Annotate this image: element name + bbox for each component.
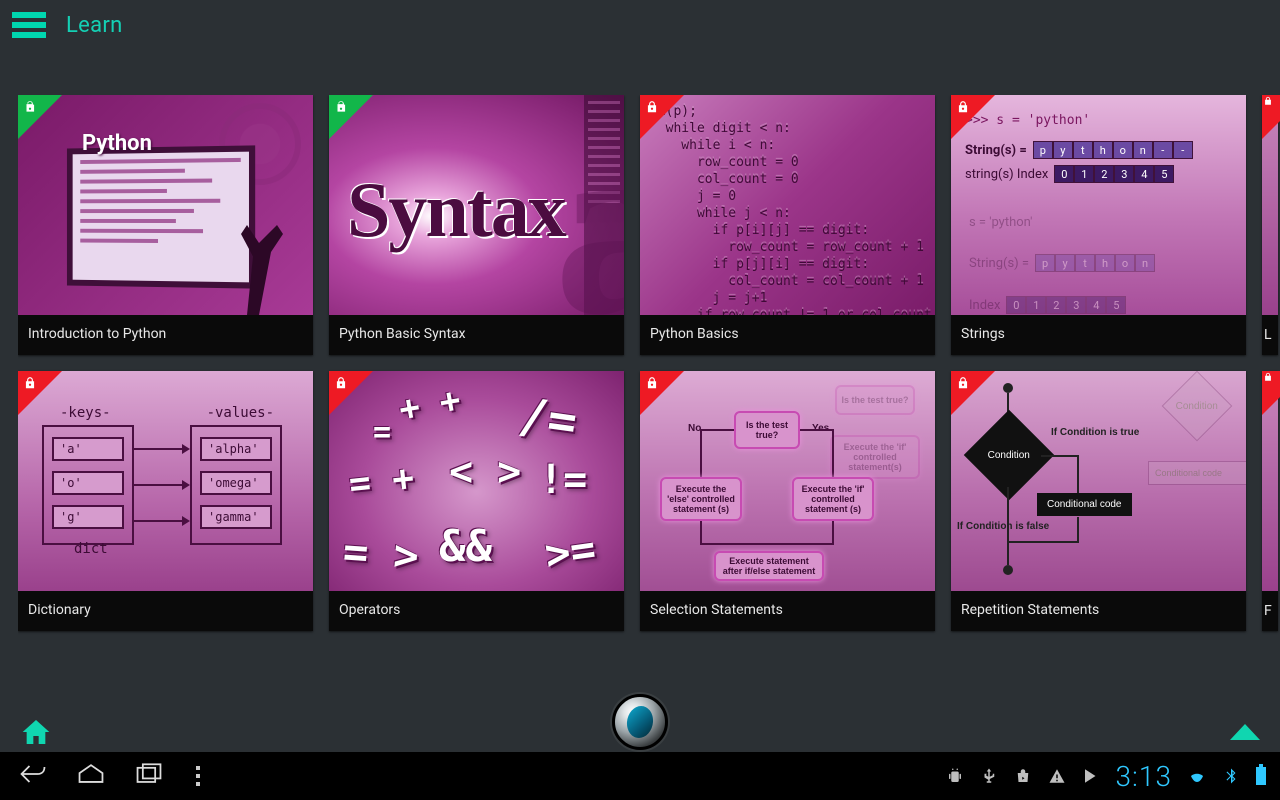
expand-up-icon[interactable] bbox=[1230, 724, 1260, 740]
lesson-grid: Python Introduction to Python a Syntax bbox=[18, 95, 1280, 695]
index-cells: 012345 bbox=[1054, 165, 1174, 183]
lesson-card-repetition[interactable]: Condition Conditional code Condition If … bbox=[951, 371, 1246, 631]
home-icon[interactable] bbox=[20, 716, 52, 748]
lesson-title: F bbox=[1262, 591, 1278, 631]
lesson-card-dictionary[interactable]: -keys- -values- 'a' 'o' 'g' 'alpha' 'ome… bbox=[18, 371, 313, 631]
lock-icon bbox=[645, 376, 659, 390]
lesson-title: Repetition Statements bbox=[951, 591, 1246, 631]
lesson-title: L bbox=[1262, 315, 1278, 355]
nav-left bbox=[8, 761, 200, 791]
string-cells: python-- bbox=[1033, 141, 1193, 159]
bluetooth-icon bbox=[1222, 767, 1240, 785]
lesson-title: Python Basics bbox=[640, 315, 935, 355]
lesson-card-intro-python[interactable]: Python Introduction to Python bbox=[18, 95, 313, 355]
lesson-title: Dictionary bbox=[18, 591, 313, 631]
lesson-thumbnail: Condition Conditional code Condition If … bbox=[951, 371, 1246, 591]
center-orb-button[interactable] bbox=[612, 694, 668, 750]
lesson-thumbnail: gi(p); while digit < n: while i < n: row… bbox=[640, 95, 935, 315]
app-header: Learn bbox=[0, 0, 1280, 50]
unlock-icon bbox=[23, 100, 37, 114]
battery-icon bbox=[1256, 767, 1266, 785]
app-root: Learn P bbox=[0, 0, 1280, 800]
lesson-title: Selection Statements bbox=[640, 591, 935, 631]
lesson-card-selection[interactable]: Is the test true? Execute the 'if' contr… bbox=[640, 371, 935, 631]
back-icon[interactable] bbox=[18, 761, 48, 791]
lesson-title: Introduction to Python bbox=[18, 315, 313, 355]
lock-icon bbox=[645, 100, 659, 114]
menu-icon[interactable] bbox=[12, 12, 46, 38]
store-icon bbox=[1014, 767, 1032, 785]
lesson-card-operators[interactable]: + + /= < > != = + = = > && >= Operators bbox=[329, 371, 624, 631]
grid-row: Python Introduction to Python a Syntax bbox=[18, 95, 1280, 355]
android-navbar: 3:13 bbox=[0, 752, 1280, 800]
lesson-card-partial[interactable]: F bbox=[1262, 371, 1278, 631]
page-title: Learn bbox=[66, 13, 123, 38]
clock: 3:13 bbox=[1116, 760, 1172, 793]
warning-icon bbox=[1048, 767, 1066, 785]
lock-icon bbox=[23, 376, 37, 390]
lesson-card-partial[interactable]: L bbox=[1262, 95, 1278, 355]
adb-icon bbox=[946, 767, 964, 785]
lesson-card-syntax[interactable]: a Syntax Python Basic Syntax bbox=[329, 95, 624, 355]
lesson-thumbnail: Is the test true? Execute the 'if' contr… bbox=[640, 371, 935, 591]
lesson-thumbnail: Python bbox=[18, 95, 313, 315]
lock-icon bbox=[956, 376, 970, 390]
lesson-card-basics[interactable]: gi(p); while digit < n: while i < n: row… bbox=[640, 95, 935, 355]
lesson-title: Python Basic Syntax bbox=[329, 315, 624, 355]
lesson-title: Operators bbox=[329, 591, 624, 631]
lesson-thumbnail: -keys- -values- 'a' 'o' 'g' 'alpha' 'ome… bbox=[18, 371, 313, 591]
lesson-thumbnail: >>> s = 'python' String(s) = python-- st… bbox=[951, 95, 1246, 315]
lock-icon bbox=[1263, 96, 1273, 106]
lesson-thumbnail: a Syntax bbox=[329, 95, 624, 315]
usb-icon bbox=[980, 767, 998, 785]
lock-icon bbox=[1263, 372, 1273, 382]
thumb-label: Syntax bbox=[347, 165, 565, 255]
wifi-icon bbox=[1188, 767, 1206, 785]
unlock-icon bbox=[334, 100, 348, 114]
recent-apps-icon[interactable] bbox=[134, 761, 164, 791]
status-tray[interactable]: 3:13 bbox=[946, 760, 1272, 793]
lesson-title: Strings bbox=[951, 315, 1246, 355]
grid-row: -keys- -values- 'a' 'o' 'g' 'alpha' 'ome… bbox=[18, 371, 1280, 631]
thumb-label: Python bbox=[82, 131, 152, 156]
overflow-icon[interactable] bbox=[196, 766, 200, 786]
play-store-icon bbox=[1082, 767, 1100, 785]
lesson-thumbnail: + + /= < > != = + = = > && >= bbox=[329, 371, 624, 591]
lock-icon bbox=[956, 100, 970, 114]
lock-icon bbox=[334, 376, 348, 390]
home-nav-icon[interactable] bbox=[76, 761, 106, 791]
lesson-card-strings[interactable]: >>> s = 'python' String(s) = python-- st… bbox=[951, 95, 1246, 355]
